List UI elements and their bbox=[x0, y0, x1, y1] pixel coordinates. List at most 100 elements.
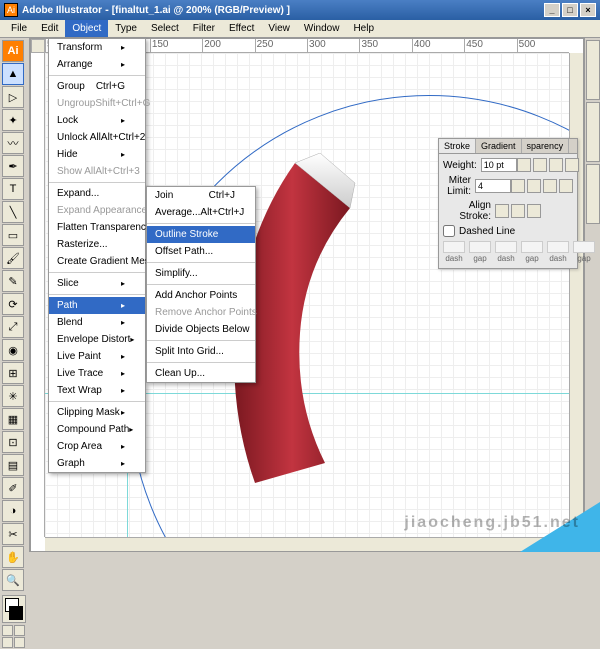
paintbrush-tool[interactable]: 🖌 bbox=[2, 247, 24, 269]
align-outside-icon[interactable] bbox=[527, 204, 541, 218]
cap-butt-icon[interactable] bbox=[533, 158, 547, 172]
menu-item-offset-path-[interactable]: Offset Path... bbox=[147, 243, 255, 260]
menu-help[interactable]: Help bbox=[346, 20, 381, 37]
menu-item-text-wrap[interactable]: Text Wrap bbox=[49, 382, 145, 399]
mesh-tool[interactable]: ⊡ bbox=[2, 431, 24, 453]
menu-item-unlock-all[interactable]: Unlock AllAlt+Ctrl+2 bbox=[49, 129, 145, 146]
stroke-swatch[interactable] bbox=[9, 606, 23, 620]
line-tool[interactable]: ╲ bbox=[2, 201, 24, 223]
menu-effect[interactable]: Effect bbox=[222, 20, 261, 37]
join-miter-icon[interactable] bbox=[527, 179, 541, 193]
scissors-tool[interactable]: ✂ bbox=[2, 523, 24, 545]
dash-field[interactable] bbox=[469, 241, 491, 253]
minimize-button[interactable]: _ bbox=[544, 3, 560, 17]
menu-item-clean-up-[interactable]: Clean Up... bbox=[147, 365, 255, 382]
tab-stroke[interactable]: Stroke bbox=[439, 139, 476, 153]
collapsed-panel-3[interactable] bbox=[586, 164, 600, 224]
menu-item-simplify-[interactable]: Simplify... bbox=[147, 265, 255, 282]
maximize-button[interactable]: □ bbox=[562, 3, 578, 17]
dash-field[interactable] bbox=[547, 241, 569, 253]
menu-file[interactable]: File bbox=[4, 20, 34, 37]
cap-proj-icon[interactable] bbox=[565, 158, 579, 172]
dash-field[interactable] bbox=[521, 241, 543, 253]
menu-item-slice[interactable]: Slice bbox=[49, 275, 145, 292]
menu-item-divide-objects-below[interactable]: Divide Objects Below bbox=[147, 321, 255, 338]
menu-item-group[interactable]: GroupCtrl+G bbox=[49, 78, 145, 95]
selection-tool[interactable]: ▲ bbox=[2, 63, 24, 85]
menu-item-clipping-mask[interactable]: Clipping Mask bbox=[49, 404, 145, 421]
symbol-sprayer-tool[interactable]: ✳ bbox=[2, 385, 24, 407]
fill-stroke-swatches[interactable] bbox=[2, 595, 26, 623]
menu-item-crop-area[interactable]: Crop Area bbox=[49, 438, 145, 455]
tab-gradient[interactable]: Gradient bbox=[476, 139, 522, 153]
menu-item-hide[interactable]: Hide bbox=[49, 146, 145, 163]
dash-field[interactable] bbox=[495, 241, 517, 253]
color-mode-btn[interactable] bbox=[2, 625, 13, 636]
rotate-tool[interactable]: ⟳ bbox=[2, 293, 24, 315]
menu-item-flatten-transparency-[interactable]: Flatten Transparency... bbox=[49, 219, 145, 236]
menu-item-split-into-grid-[interactable]: Split Into Grid... bbox=[147, 343, 255, 360]
collapsed-panel-1[interactable] bbox=[586, 40, 600, 100]
eyedropper-tool[interactable]: ✐ bbox=[2, 477, 24, 499]
type-tool[interactable]: T bbox=[2, 178, 24, 200]
none-mode-btn[interactable] bbox=[2, 637, 13, 648]
weight-input[interactable] bbox=[481, 158, 517, 172]
align-inside-icon[interactable] bbox=[511, 204, 525, 218]
zoom-tool[interactable]: 🔍 bbox=[2, 569, 24, 591]
collapsed-panel-2[interactable] bbox=[586, 102, 600, 162]
join-round-icon[interactable] bbox=[543, 179, 557, 193]
menu-item-average-[interactable]: Average...Alt+Ctrl+J bbox=[147, 204, 255, 221]
menu-edit[interactable]: Edit bbox=[34, 20, 65, 37]
dash-field[interactable] bbox=[443, 241, 465, 253]
rectangle-tool[interactable]: ▭ bbox=[2, 224, 24, 246]
cap-round-icon[interactable] bbox=[549, 158, 563, 172]
menu-window[interactable]: Window bbox=[297, 20, 347, 37]
dashed-line-checkbox[interactable] bbox=[443, 225, 455, 237]
menu-item-join[interactable]: JoinCtrl+J bbox=[147, 187, 255, 204]
warp-tool[interactable]: ◉ bbox=[2, 339, 24, 361]
lasso-tool[interactable]: 〰 bbox=[2, 132, 24, 154]
blend-tool[interactable]: ◑ bbox=[2, 500, 24, 522]
pen-tool[interactable]: ✒ bbox=[2, 155, 24, 177]
magic-wand-tool[interactable]: ✦ bbox=[2, 109, 24, 131]
menu-filter[interactable]: Filter bbox=[186, 20, 222, 37]
ruler-origin[interactable] bbox=[31, 39, 45, 53]
pencil-tool[interactable]: ✎ bbox=[2, 270, 24, 292]
menu-item-path[interactable]: Path bbox=[49, 297, 145, 314]
align-center-icon[interactable] bbox=[495, 204, 509, 218]
menu-item-graph[interactable]: Graph bbox=[49, 455, 145, 472]
gradient-mode-btn[interactable] bbox=[14, 625, 25, 636]
menu-item-expand-[interactable]: Expand... bbox=[49, 185, 145, 202]
join-bevel-icon[interactable] bbox=[559, 179, 573, 193]
tab-transparency[interactable]: sparency bbox=[522, 139, 570, 153]
scrollbar-vertical[interactable] bbox=[569, 53, 583, 537]
menu-object[interactable]: Object bbox=[65, 20, 108, 37]
menu-item-add-anchor-points[interactable]: Add Anchor Points bbox=[147, 287, 255, 304]
hand-tool[interactable]: ✋ bbox=[2, 546, 24, 568]
direct-selection-tool[interactable]: ▷ bbox=[2, 86, 24, 108]
menu-item-compound-path[interactable]: Compound Path bbox=[49, 421, 145, 438]
menu-item-rasterize-[interactable]: Rasterize... bbox=[49, 236, 145, 253]
menu-item-transform[interactable]: Transform bbox=[49, 39, 145, 56]
menu-view[interactable]: View bbox=[261, 20, 297, 37]
screen-mode-btn[interactable] bbox=[14, 637, 25, 648]
menu-item-arrange[interactable]: Arrange bbox=[49, 56, 145, 73]
weight-stepper[interactable] bbox=[517, 158, 531, 172]
scale-tool[interactable]: ⤢ bbox=[2, 316, 24, 338]
graph-tool[interactable]: ▦ bbox=[2, 408, 24, 430]
menu-item-outline-stroke[interactable]: Outline Stroke bbox=[147, 226, 255, 243]
menu-item-live-paint[interactable]: Live Paint bbox=[49, 348, 145, 365]
close-button[interactable]: × bbox=[580, 3, 596, 17]
menu-item-blend[interactable]: Blend bbox=[49, 314, 145, 331]
gradient-tool[interactable]: ▤ bbox=[2, 454, 24, 476]
menu-type[interactable]: Type bbox=[108, 20, 144, 37]
menu-item-envelope-distort[interactable]: Envelope Distort bbox=[49, 331, 145, 348]
menu-item-create-gradient-mesh-[interactable]: Create Gradient Mesh... bbox=[49, 253, 145, 270]
scrollbar-horizontal[interactable] bbox=[45, 537, 569, 551]
miter-stepper[interactable] bbox=[511, 179, 525, 193]
menu-item-live-trace[interactable]: Live Trace bbox=[49, 365, 145, 382]
free-transform-tool[interactable]: ⊞ bbox=[2, 362, 24, 384]
ruler-vertical[interactable] bbox=[31, 53, 45, 537]
miter-input[interactable] bbox=[475, 179, 511, 193]
dash-field[interactable] bbox=[573, 241, 595, 253]
